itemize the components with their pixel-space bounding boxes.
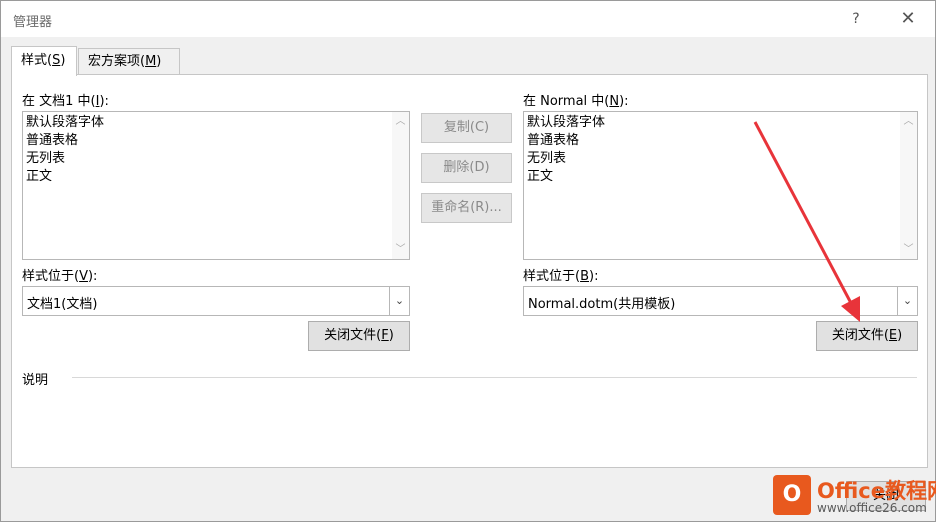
- scroll-down-icon[interactable]: ﹀: [903, 244, 914, 255]
- right-header-accesskey: N: [609, 94, 620, 109]
- left-location-select[interactable]: 文档1(文档) ⌄: [22, 286, 410, 316]
- right-close-file-text: 关闭文件(: [831, 328, 889, 343]
- description-divider: [72, 377, 917, 378]
- rename-button[interactable]: 重命名(R)...: [421, 193, 512, 223]
- right-styles-listbox[interactable]: 默认段落字体 普通表格 无列表 正文 ︿ ﹀: [523, 111, 918, 260]
- list-item[interactable]: 默认段落字体: [527, 114, 605, 132]
- watermark-url: www.office26.com: [817, 501, 927, 515]
- left-scrollbar[interactable]: ︿ ﹀: [392, 112, 409, 259]
- scroll-up-icon[interactable]: ︿: [903, 116, 914, 127]
- chevron-down-icon[interactable]: ⌄: [389, 287, 409, 315]
- delete-button[interactable]: 删除(D): [421, 153, 512, 183]
- tab-macro-label-end: ): [156, 54, 162, 69]
- copy-button[interactable]: 复制(C): [421, 113, 512, 143]
- left-close-file-button[interactable]: 关闭文件(F): [308, 321, 410, 351]
- office-logo-icon: O: [773, 475, 811, 515]
- close-window-button[interactable]: ✕: [895, 7, 921, 31]
- right-items: 默认段落字体 普通表格 无列表 正文: [527, 114, 605, 186]
- left-close-file-text: 关闭文件(: [324, 328, 382, 343]
- left-styles-listbox[interactable]: 默认段落字体 普通表格 无列表 正文 ︿ ﹀: [22, 111, 410, 260]
- right-location-label: 样式位于(B):: [523, 265, 598, 284]
- chevron-down-icon[interactable]: ⌄: [897, 287, 917, 315]
- list-item[interactable]: 普通表格: [26, 132, 104, 150]
- list-item[interactable]: 无列表: [527, 150, 605, 168]
- tab-styles[interactable]: 样式(S): [11, 46, 77, 76]
- description-label: 说明: [22, 373, 49, 388]
- right-list-header: 在 Normal 中(N):: [523, 90, 629, 109]
- left-header-text: 在 文档1 中(: [22, 94, 96, 109]
- title-bar: 管理器 ? ✕: [1, 1, 935, 37]
- right-location-accesskey: B: [580, 269, 589, 284]
- right-close-file-button[interactable]: 关闭文件(E): [816, 321, 918, 351]
- right-header-text: 在 Normal 中(: [523, 94, 610, 109]
- list-item[interactable]: 正文: [527, 168, 605, 186]
- left-list-header: 在 文档1 中(I):: [22, 90, 109, 109]
- list-item[interactable]: 普通表格: [527, 132, 605, 150]
- left-location-label: 样式位于(V):: [22, 265, 97, 284]
- left-close-file-accesskey: F: [381, 328, 389, 343]
- right-close-file-accesskey: E: [888, 328, 898, 343]
- scroll-up-icon[interactable]: ︿: [395, 116, 406, 127]
- left-header-text-end: ):: [99, 94, 109, 109]
- left-location-value: 文档1(文档): [27, 297, 98, 312]
- watermark: O Office教程网 www.office26.com: [773, 473, 936, 519]
- help-button[interactable]: ?: [843, 7, 869, 31]
- list-item[interactable]: 无列表: [26, 150, 104, 168]
- left-location-text-end: ):: [87, 269, 98, 284]
- right-close-file-text-end: ): [897, 328, 903, 343]
- left-location-text: 样式位于(: [22, 269, 80, 284]
- right-location-text-end: ):: [589, 269, 599, 284]
- left-close-file-text-end: ): [388, 328, 394, 343]
- tab-macro-accesskey: M: [145, 54, 157, 69]
- left-items: 默认段落字体 普通表格 无列表 正文: [26, 114, 104, 186]
- list-item[interactable]: 默认段落字体: [26, 114, 104, 132]
- list-item[interactable]: 正文: [26, 168, 104, 186]
- left-location-accesskey: V: [79, 269, 88, 284]
- scroll-down-icon[interactable]: ﹀: [395, 244, 406, 255]
- right-scrollbar[interactable]: ︿ ﹀: [900, 112, 917, 259]
- right-location-value: Normal.dotm(共用模板): [528, 297, 676, 312]
- tab-macro-label: 宏方案项(: [88, 54, 146, 69]
- tab-styles-label: 样式(: [21, 53, 53, 68]
- styles-panel: 在 文档1 中(I): 默认段落字体 普通表格 无列表 正文 ︿ ﹀ 样式位于(…: [11, 74, 928, 468]
- tab-styles-label-end: ): [60, 53, 66, 68]
- manager-dialog: 管理器 ? ✕ 样式(S) 宏方案项(M) 在 文档1 中(I): 默认段落字体…: [0, 0, 936, 522]
- right-location-text: 样式位于(: [523, 269, 581, 284]
- tab-macro-project-items[interactable]: 宏方案项(M): [78, 48, 180, 75]
- window-title: 管理器: [13, 15, 53, 30]
- right-location-select[interactable]: Normal.dotm(共用模板) ⌄: [523, 286, 918, 316]
- right-header-text-end: ):: [619, 94, 629, 109]
